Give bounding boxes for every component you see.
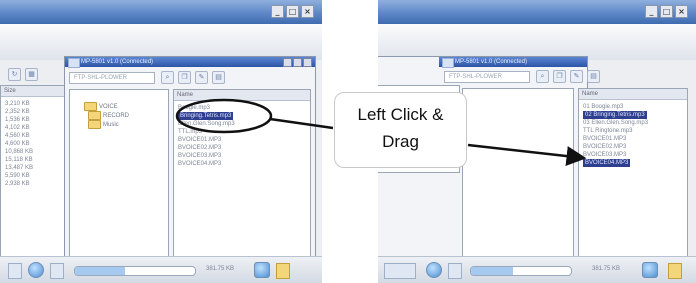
size-cell[interactable]: 2,352 KB [5, 108, 30, 116]
file-list-item[interactable]: BVOICE01.MP3 [178, 136, 221, 144]
paste-icon[interactable]: ✎ [570, 69, 583, 83]
search-icon[interactable]: ⌕ [536, 69, 549, 83]
tree-folder-item[interactable]: Music [88, 120, 119, 129]
size-cell[interactable]: 4,560 KB [5, 132, 30, 140]
close-button[interactable]: × [301, 5, 314, 18]
size-cell[interactable]: 4,102 KB [5, 124, 30, 132]
folder-icon[interactable] [276, 263, 290, 279]
callout-line-2: Drag [382, 132, 419, 151]
minimize-button[interactable] [283, 58, 292, 67]
settings-icon[interactable] [642, 262, 658, 278]
refresh-icon[interactable]: ↻ [8, 67, 21, 81]
tree-folder-item[interactable]: VOICE [84, 102, 118, 111]
size-cell[interactable]: 4,600 KB [5, 140, 30, 148]
file-list-item[interactable]: BVOICE02.MP3 [583, 143, 626, 151]
device-window-title: MP-5801 v1.0 (Connected) [81, 59, 154, 65]
tree-folder-label: Music [103, 121, 119, 128]
instruction-callout: Left Click & Drag [334, 92, 467, 168]
maximize-button[interactable]: □ [660, 5, 673, 18]
paste-icon[interactable]: ✎ [195, 70, 208, 84]
address-field[interactable]: FTP-SHL-PLOWER [444, 71, 530, 83]
size-column-pane: Size 3,210 KB 2,352 KB 1,536 KB 4,102 KB 4,5… [0, 85, 66, 262]
file-list-item[interactable]: BVOICE04.MP3 [178, 160, 221, 168]
toolbar-band [0, 24, 322, 60]
size-cell[interactable]: 10,868 KB [5, 148, 33, 156]
device-icon [50, 263, 64, 279]
size-cell[interactable]: 2,938 KB [5, 180, 30, 188]
view-icon[interactable]: ▤ [212, 70, 225, 84]
file-list-item[interactable]: BVOICE03.MP3 [178, 152, 221, 160]
view-icon[interactable]: ▦ [25, 67, 38, 81]
settings-icon[interactable] [254, 262, 270, 278]
file-list-item[interactable]: BVOICE04.MP3 [583, 159, 631, 167]
folder-icon [88, 111, 101, 120]
main-title-bar: _ □ × [378, 0, 696, 24]
search-icon[interactable]: ⌕ [161, 70, 174, 84]
globe-icon [426, 262, 442, 278]
file-list-item[interactable]: 01 Boogie.mp3 [583, 103, 623, 111]
tree-folder-item[interactable]: RECORD [88, 111, 129, 120]
status-bar: 381.75 KB [0, 256, 322, 283]
device-icon [448, 263, 462, 279]
folder-icon[interactable] [668, 263, 682, 279]
device-window-icon [68, 58, 80, 68]
file-list-item[interactable]: BVOICE01.MP3 [583, 135, 626, 143]
close-button[interactable] [303, 58, 312, 67]
transfer-progress-bar [74, 266, 196, 276]
minimize-button[interactable]: _ [645, 5, 658, 18]
file-list-item[interactable]: Ellen.Glen.Song.mp3 [178, 120, 235, 128]
maximize-button[interactable]: □ [286, 5, 299, 18]
size-cell[interactable]: 3,210 KB [5, 100, 30, 108]
size-column-header[interactable]: Size [1, 86, 65, 97]
disk-icon [384, 263, 416, 279]
file-list-item[interactable]: Boogie.mp3 [178, 104, 210, 112]
disk-icon [8, 263, 22, 279]
copy-icon[interactable]: ❐ [178, 70, 191, 84]
toolbar-band [378, 24, 696, 60]
file-list-item[interactable]: 02 Bringing.Tetris.mp3 [583, 111, 647, 119]
callout-line-1: Left Click & [357, 105, 444, 124]
tree-folder-label: RECORD [103, 112, 130, 119]
file-list-item[interactable]: Bringing.Tetris.mp3 [178, 112, 234, 120]
device-toolbar: ⌕ ❐ ✎ ▤ [161, 70, 225, 84]
file-list-pane: Name 01 Boogie.mp3 02 Bringing.Tetris.mp3… [578, 88, 688, 262]
main-title-bar: _ □ × [0, 0, 322, 24]
tree-folder-label: VOICE [99, 103, 118, 110]
status-size: 381.75 KB [206, 266, 235, 272]
name-column-header[interactable]: Name [579, 89, 687, 100]
device-window: MP-5801 v1.0 (Connected) FTP-SHL-PLOWER … [64, 56, 316, 268]
file-list-item[interactable]: BVOICE02.MP3 [178, 144, 221, 152]
globe-icon [28, 262, 44, 278]
name-column-header[interactable]: Name [174, 90, 310, 101]
left-screenshot: _ □ × Size 3,210 KB 2,352 KB 1,536 KB 4,102… [0, 0, 322, 283]
device-window-title-bar: MP-5801 v1.0 (Connected) [65, 57, 315, 68]
view-icon[interactable]: ▤ [587, 69, 600, 83]
device-window-body: FTP-SHL-PLOWER ⌕ ❐ ✎ ▤ Name 01 Boogie.mp… [440, 56, 690, 266]
folder-tree-pane: VOICE RECORD Music [69, 89, 169, 263]
file-list-item[interactable]: TTL Ringtone.mp3 [583, 127, 632, 135]
file-list-item[interactable]: TTL.mp3 [178, 128, 202, 136]
status-bar: 381.75 KB [378, 256, 696, 283]
size-cell[interactable]: 5,590 KB [5, 172, 30, 180]
device-toolbar: ⌕ ❐ ✎ ▤ [536, 69, 600, 83]
status-size: 381.75 KB [592, 266, 621, 272]
folder-icon [84, 102, 97, 111]
close-button[interactable]: × [675, 5, 688, 18]
file-list-item[interactable]: BVOICE03.MP3 [583, 151, 626, 159]
transfer-progress-bar [470, 266, 572, 276]
middle-pane [462, 88, 574, 262]
maximize-button[interactable] [293, 58, 302, 67]
left-toolbar: ↻ ▦ [8, 67, 38, 81]
folder-icon [88, 120, 101, 129]
size-cell[interactable]: 15,118 KB [5, 156, 33, 164]
file-list-item[interactable]: 03 Ellen.Glen.Song.mp3 [583, 119, 648, 127]
size-cell[interactable]: 1,536 KB [5, 116, 30, 124]
file-list-pane: Name Boogie.mp3 Bringing.Tetris.mp3 Ellen.… [173, 89, 311, 263]
address-field[interactable]: FTP-SHL-PLOWER [69, 72, 155, 84]
minimize-button[interactable]: _ [271, 5, 284, 18]
size-cell[interactable]: 13,487 KB [5, 164, 33, 172]
copy-icon[interactable]: ❐ [553, 69, 566, 83]
